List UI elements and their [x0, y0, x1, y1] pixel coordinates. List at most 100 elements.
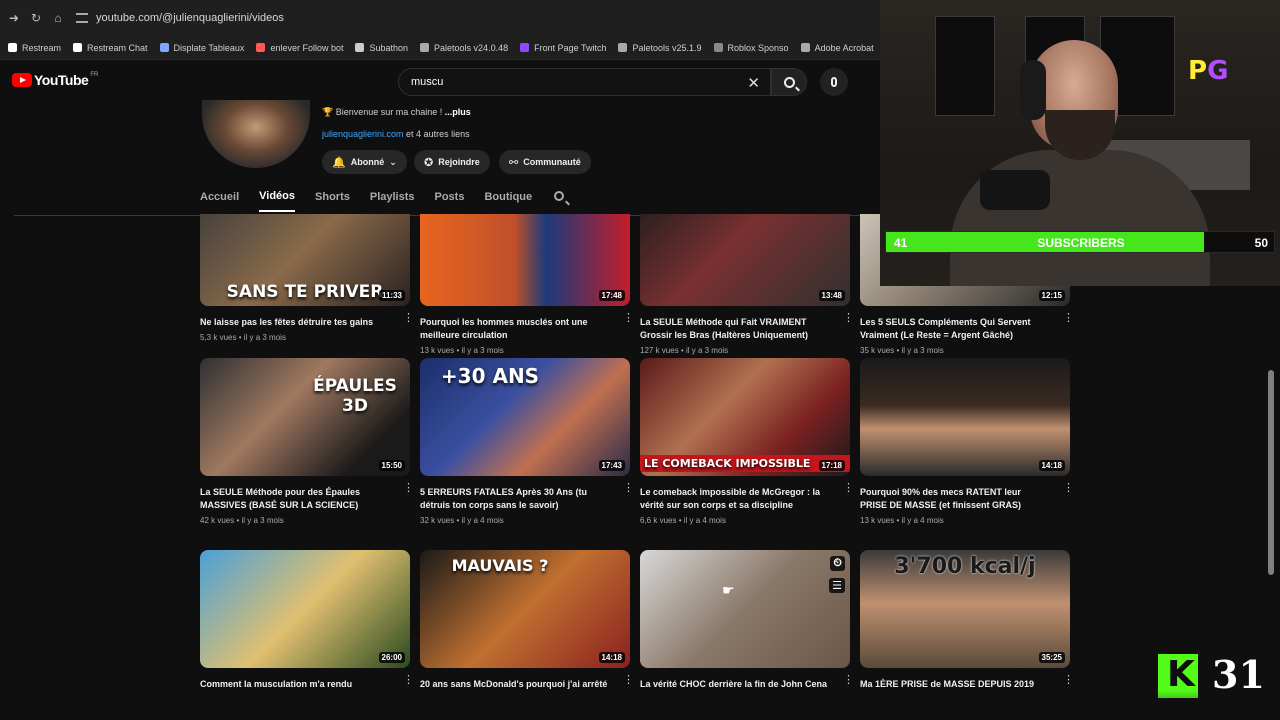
bookmark-item[interactable]: Adobe Acrobat — [797, 43, 878, 53]
search-input[interactable]: muscu ✕ — [398, 68, 771, 96]
video-card[interactable]: 14:18 Pourquoi 90% des mecs RATENT leur P… — [860, 358, 1074, 525]
video-thumbnail[interactable]: ÉPAULES 3D 15:50 — [200, 358, 410, 476]
bookmark-item[interactable]: Restream Chat — [69, 43, 152, 53]
bookmark-label: enlever Follow bot — [270, 42, 344, 53]
video-thumbnail[interactable]: SANS TE PRIVER 11:33 — [200, 214, 410, 306]
more-actions-icon[interactable]: ⋮ — [623, 483, 634, 494]
url-field[interactable]: youtube.com/@julienquaglierini/videos — [76, 12, 284, 24]
tab-posts[interactable]: Posts — [435, 191, 465, 211]
video-thumbnail[interactable]: 14:18 — [860, 358, 1070, 476]
video-card[interactable]: 3'700 kcal/j 35:25 Ma 1ÈRE PRISE de MASSE … — [860, 550, 1074, 691]
video-thumbnail[interactable]: 26:00 — [200, 550, 410, 668]
more-actions-icon[interactable]: ⋮ — [623, 313, 634, 324]
video-thumbnail[interactable]: LE COMEBACK IMPOSSIBLE 17:18 — [640, 358, 850, 476]
community-label: Communauté — [523, 157, 581, 167]
add-to-queue-icon[interactable]: ☰ — [829, 578, 845, 593]
video-card[interactable]: MAUVAIS ? 14:18 20 ans sans McDonald's pou… — [420, 550, 634, 691]
more-actions-icon[interactable]: ⋮ — [1063, 483, 1074, 494]
more-actions-icon[interactable]: ⋮ — [403, 675, 414, 686]
more-link[interactable]: ...plus — [445, 107, 471, 117]
more-actions-icon[interactable]: ⋮ — [843, 313, 854, 324]
bookmark-item[interactable]: Displate Tableaux — [156, 43, 249, 53]
home-icon[interactable]: ⌂ — [50, 10, 66, 26]
bookmark-label: Front Page Twitch — [534, 42, 607, 53]
video-thumbnail[interactable]: 13:48 — [640, 214, 850, 306]
bookmark-item[interactable]: Roblox Sponso — [710, 43, 793, 53]
channel-search-button[interactable] — [554, 191, 566, 203]
video-thumbnail[interactable]: 17:48 — [420, 214, 630, 306]
video-card[interactable]: LE COMEBACK IMPOSSIBLE 17:18 Le comeback i… — [640, 358, 854, 525]
video-card[interactable]: ÉPAULES 3D 15:50 La SEULE Méthode pour des… — [200, 358, 414, 525]
video-title[interactable]: 5 ERREURS FATALES Après 30 Ans (tu détru… — [420, 486, 610, 512]
search-icon — [554, 191, 565, 201]
video-card[interactable]: +30 ANS 17:43 5 ERREURS FATALES Après 30 A… — [420, 358, 634, 525]
youtube-logo[interactable]: YouTube FR — [12, 72, 98, 88]
video-meta: 32 k vues • il y a 4 mois — [420, 516, 504, 525]
channel-avatar[interactable] — [202, 100, 310, 168]
video-title[interactable]: 20 ans sans McDonald's pourquoi j'ai arr… — [420, 678, 610, 691]
page-scrollbar[interactable] — [1268, 370, 1274, 575]
more-actions-icon[interactable]: ⋮ — [1063, 313, 1074, 324]
video-card[interactable]: ⏲ ☰ La vérité CHOC derrière la fin de John… — [640, 550, 854, 691]
thumbnail-overlay-text: ÉPAULES 3D — [313, 376, 397, 416]
bookmark-favicon-icon — [800, 43, 810, 52]
search-button[interactable] — [771, 68, 807, 96]
video-title[interactable]: Pourquoi 90% des mecs RATENT leur PRISE … — [860, 486, 1050, 512]
tab-playlists[interactable]: Playlists — [370, 191, 415, 211]
tab-accueil[interactable]: Accueil — [200, 191, 239, 211]
more-actions-icon[interactable]: ⋮ — [623, 675, 634, 686]
video-title[interactable]: Ne laisse pas les fêtes détruire tes gai… — [200, 316, 390, 329]
tab-vidos[interactable]: Vidéos — [259, 190, 296, 212]
more-actions-icon[interactable]: ⋮ — [403, 483, 414, 494]
join-label: Rejoindre — [438, 157, 480, 167]
video-card[interactable]: 17:48 Pourquoi les hommes musclés ont une… — [420, 214, 634, 355]
bookmark-item[interactable]: Paletools v24.0.48 — [416, 43, 512, 53]
forward-icon[interactable]: ➜ — [6, 10, 22, 26]
video-title[interactable]: La SEULE Méthode qui Fait VRAIMENT Gross… — [640, 316, 830, 342]
video-meta: 42 k vues • il y a 3 mois — [200, 516, 284, 525]
more-actions-icon[interactable]: ⋮ — [1063, 675, 1074, 686]
video-title[interactable]: Pourquoi les hommes musclés ont une meil… — [420, 316, 610, 342]
star-badge-icon: ✪ — [424, 156, 434, 169]
more-actions-icon[interactable]: ⋮ — [843, 483, 854, 494]
bookmarks-bar: Restream Restream Chat Displate Tableaux en… — [0, 36, 880, 60]
clear-search-icon[interactable]: ✕ — [747, 74, 760, 92]
video-thumbnail[interactable]: +30 ANS 17:43 — [420, 358, 630, 476]
community-button[interactable]: ⚯ Communauté — [499, 150, 591, 174]
video-thumbnail[interactable]: ⏲ ☰ — [640, 550, 850, 668]
channel-description[interactable]: 🏆 Bienvenue sur ma chaine ! ...plus — [322, 107, 471, 118]
video-thumbnail[interactable]: MAUVAIS ? 14:18 — [420, 550, 630, 668]
channel-website-link[interactable]: julienquaglierini.com — [322, 129, 404, 139]
bookmark-favicon-icon — [8, 43, 17, 52]
join-button[interactable]: ✪ Rejoindre — [414, 150, 490, 174]
subscribed-button[interactable]: 🔔 Abonné ⌄ — [322, 150, 407, 174]
video-title[interactable]: Ma 1ÈRE PRISE de MASSE DEPUIS 2019 — [860, 678, 1050, 691]
other-links-text[interactable]: et 4 autres liens — [404, 129, 470, 139]
tab-shorts[interactable]: Shorts — [315, 191, 350, 211]
video-thumbnail[interactable]: 3'700 kcal/j 35:25 — [860, 550, 1070, 668]
bookmark-item[interactable]: Restream — [4, 43, 65, 53]
video-title[interactable]: Comment la musculation m'a rendu — [200, 678, 390, 691]
tab-boutique[interactable]: Boutique — [484, 191, 532, 211]
video-title[interactable]: La SEULE Méthode pour des Épaules MASSIV… — [200, 486, 390, 512]
bookmark-item[interactable]: enlever Follow bot — [252, 43, 347, 53]
video-meta: 6,6 k vues • il y a 4 mois — [640, 516, 726, 525]
bookmark-item[interactable]: Subathon — [351, 43, 412, 53]
video-card[interactable]: SANS TE PRIVER 11:33 Ne laisse pas les fêt… — [200, 214, 414, 342]
watch-later-icon[interactable]: ⏲ — [830, 556, 845, 571]
more-actions-icon[interactable]: ⋮ — [843, 675, 854, 686]
video-title[interactable]: Les 5 SEULS Compléments Qui Servent Vrai… — [860, 316, 1050, 342]
bookmark-item[interactable]: Paletools v25.1.9 — [614, 43, 705, 53]
more-actions-icon[interactable]: ⋮ — [403, 313, 414, 324]
voice-search-button[interactable] — [820, 68, 848, 96]
bookmark-item[interactable]: Front Page Twitch — [516, 43, 610, 53]
video-card[interactable]: 13:48 La SEULE Méthode qui Fait VRAIMENT … — [640, 214, 854, 355]
site-settings-icon[interactable] — [76, 13, 88, 23]
microphone-icon — [831, 77, 837, 87]
bookmark-favicon-icon — [520, 43, 530, 52]
bookmark-label: Adobe Acrobat — [814, 42, 874, 53]
reload-icon[interactable]: ↻ — [28, 10, 44, 26]
video-card[interactable]: 26:00 Comment la musculation m'a rendu ⋮ — [200, 550, 414, 691]
video-title[interactable]: La vérité CHOC derrière la fin de John C… — [640, 678, 830, 691]
video-title[interactable]: Le comeback impossible de McGregor : la … — [640, 486, 830, 512]
